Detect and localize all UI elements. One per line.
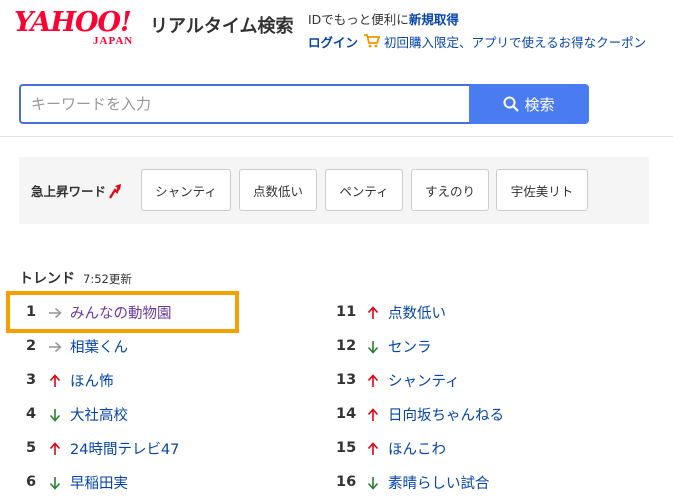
rising-arrow-icon	[109, 183, 122, 199]
trend-rank-number: 14	[336, 406, 357, 422]
search-bar: 検索	[19, 84, 589, 124]
arrow-up-icon	[366, 407, 380, 421]
rising-word-chip[interactable]: 点数低い	[239, 169, 317, 211]
arrow-down-icon	[48, 407, 62, 422]
arrow-up-icon	[48, 441, 62, 455]
trend-item[interactable]: 13 シャンティ	[336, 368, 460, 392]
trend-word-link[interactable]: ほんこわ	[388, 438, 446, 459]
search-button[interactable]: 検索	[469, 84, 589, 124]
trend-title: トレンド	[19, 271, 75, 287]
trend-item[interactable]: 16 素晴らしい試合	[336, 470, 490, 494]
trend-updated-time: 7:52更新	[83, 272, 132, 286]
trend-word-link[interactable]: 日向坂ちゃんねる	[388, 404, 504, 425]
arrow-down-icon	[366, 339, 380, 354]
logo-main-text: YAHOO!	[14, 7, 132, 38]
rising-word-chip[interactable]: シャンティ	[141, 169, 231, 211]
header-account-area: IDでもっと便利に新規取得 ログイン 初回購入限定、アプリで使えるお得なクーポン	[308, 9, 646, 51]
login-promo-row: ログイン 初回購入限定、アプリで使えるお得なクーポン	[308, 31, 646, 51]
arrow-up-icon	[366, 305, 380, 319]
logo-sub-text: JAPAN	[93, 35, 134, 47]
trend-rank-number: 3	[26, 372, 37, 388]
search-icon	[503, 96, 520, 112]
trend-item[interactable]: 5 24時間テレビ47	[26, 436, 179, 460]
header: YAHOO! JAPAN リアルタイム検索 IDでもっと便利に新規取得 ログイン…	[0, 0, 673, 66]
trend-word-link[interactable]: 24時間テレビ47	[70, 438, 179, 459]
trend-word-link[interactable]: センラ	[388, 336, 432, 357]
arrow-up-icon	[366, 441, 380, 455]
trend-rank-number: 6	[26, 474, 37, 490]
signup-link[interactable]: 新規取得	[409, 12, 459, 27]
trend-item[interactable]: 15 ほんこわ	[336, 436, 446, 460]
signup-prefix: IDでもっと便利に	[308, 12, 409, 27]
trend-rank-number: 12	[336, 338, 357, 354]
trend-rank-number: 16	[336, 474, 357, 490]
trend-item[interactable]: 2 相葉くん	[26, 334, 128, 358]
trend-word-link[interactable]: 素晴らしい試合	[388, 472, 490, 493]
trend-header: トレンド 7:52更新	[19, 268, 132, 288]
trend-word-link[interactable]: ほん怖	[70, 370, 114, 391]
arrow-down-icon	[366, 475, 380, 490]
rising-word-chip[interactable]: 宇佐美リト	[496, 169, 588, 211]
trend-word-link[interactable]: 大社高校	[70, 404, 128, 425]
rising-words-panel: 急上昇ワード シャンティ 点数低い ペンティ すえのり 宇佐美リト	[19, 157, 649, 224]
arrow-up-icon	[48, 373, 62, 387]
arrow-up-icon	[366, 373, 380, 387]
rising-words-label: 急上昇ワード	[31, 181, 122, 200]
arrow-right-icon	[48, 339, 62, 353]
coupon-promo-link[interactable]: 初回購入限定、アプリで使えるお得なクーポン	[384, 32, 646, 51]
trend-item[interactable]: 3 ほん怖	[26, 368, 114, 392]
search-button-label: 検索	[524, 95, 555, 114]
trend-rank-number: 2	[26, 338, 37, 354]
cart-icon	[364, 34, 381, 48]
highlight-box	[6, 291, 239, 333]
login-link[interactable]: ログイン	[308, 32, 358, 51]
service-name[interactable]: リアルタイム検索	[150, 12, 293, 38]
trend-rank-number: 15	[336, 440, 357, 456]
trend-rank-number: 13	[336, 372, 357, 388]
signup-prompt: IDでもっと便利に新規取得	[308, 9, 646, 29]
trend-word-link[interactable]: シャンティ	[388, 370, 460, 391]
trend-word-link[interactable]: 早稲田実	[70, 472, 128, 493]
trend-item[interactable]: 6 早稲田実	[26, 470, 128, 494]
trend-item[interactable]: 11 点数低い	[336, 300, 446, 324]
trend-item[interactable]: 14 日向坂ちゃんねる	[336, 402, 504, 426]
yahoo-japan-logo[interactable]: YAHOO! JAPAN	[14, 7, 134, 48]
trend-rank-number: 5	[26, 440, 37, 456]
trend-rank-number: 4	[26, 406, 37, 422]
trend-rank-number: 11	[336, 304, 357, 320]
trend-word-link[interactable]: 点数低い	[388, 302, 446, 323]
arrow-down-icon	[48, 475, 62, 490]
rising-word-chip[interactable]: すえのり	[411, 169, 489, 211]
rising-words-label-text: 急上昇ワード	[31, 184, 107, 199]
header-divider	[0, 136, 673, 137]
trend-item[interactable]: 4 大社高校	[26, 402, 128, 426]
rising-word-chip[interactable]: ペンティ	[325, 169, 403, 211]
search-input[interactable]	[19, 84, 469, 124]
trend-item[interactable]: 12 センラ	[336, 334, 432, 358]
trend-word-link[interactable]: 相葉くん	[70, 336, 128, 357]
